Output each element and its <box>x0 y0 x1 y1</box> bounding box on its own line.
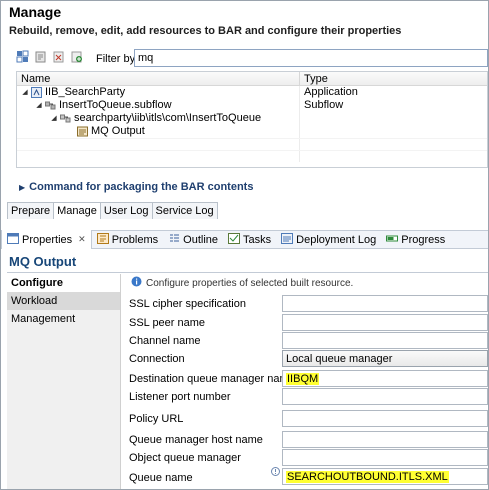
queue-name-field[interactable]: SEARCHOUTBOUND.ITLS.XML <box>282 468 488 485</box>
tab-label: Tasks <box>243 233 272 246</box>
package-icon <box>60 113 71 124</box>
destination-qm-field[interactable]: IIBQM <box>282 370 488 387</box>
command-section-toggle[interactable]: ▶ Command for packaging the BAR contents <box>19 181 253 193</box>
tasks-icon <box>228 232 241 247</box>
problems-icon <box>96 232 109 247</box>
collapse-triangle-icon[interactable]: ◢ <box>21 86 29 99</box>
queue-name-value: SEARCHOUTBOUND.ITLS.XML <box>286 471 449 483</box>
collapse-triangle-icon[interactable]: ◢ <box>50 112 58 125</box>
tree-empty-row <box>17 138 487 150</box>
nav-configure[interactable]: Configure <box>7 274 120 292</box>
tab-label: Problems <box>111 233 159 246</box>
tree-item-type: Application <box>304 86 358 98</box>
listener-port-field[interactable] <box>282 388 488 405</box>
tree-item-type <box>300 112 487 125</box>
filter-label: Filter by: <box>96 53 139 65</box>
close-icon[interactable]: ✕ <box>78 234 86 245</box>
properties-title: MQ Output <box>9 254 77 269</box>
tab-manage[interactable]: Manage <box>53 202 101 219</box>
tree-header: Name Type <box>17 72 487 86</box>
resource-tree: Name Type ◢ IIB_SearchParty Application … <box>16 71 488 168</box>
property-label: Connection <box>129 353 185 365</box>
tab-progress[interactable]: Progress <box>381 230 450 249</box>
properties-icon <box>7 232 19 247</box>
connection-select[interactable]: Local queue manager <box>282 350 488 367</box>
field-decoration-icon <box>271 467 280 476</box>
tree-empty-row <box>17 150 487 162</box>
property-label: SSL peer name <box>129 317 206 329</box>
ssl-cipher-field[interactable] <box>282 295 488 312</box>
tree-row-selected[interactable]: MQ Output <box>17 125 487 138</box>
object-qm-field[interactable] <box>282 449 488 466</box>
command-link-label: Command for packaging the BAR contents <box>29 181 254 193</box>
bar-editor-window: Manage Rebuild, remove, edit, add resour… <box>0 0 489 490</box>
info-icon <box>131 276 142 290</box>
progress-icon <box>386 233 399 247</box>
tree-item-label: MQ Output <box>91 125 145 137</box>
expand-all-icon[interactable] <box>15 49 29 63</box>
mq-output-icon <box>77 126 88 137</box>
tab-problems[interactable]: Problems <box>92 230 163 249</box>
tab-deployment-log[interactable]: Deployment Log <box>276 230 381 249</box>
filter-input[interactable]: mq <box>134 49 488 67</box>
tree-item-type <box>300 125 487 138</box>
destination-qm-value: IIBQM <box>286 373 320 385</box>
rebuild-icon[interactable] <box>33 49 47 63</box>
column-header-name[interactable]: Name <box>17 72 300 85</box>
property-label: Queue name <box>129 472 193 484</box>
ssl-peer-name-field[interactable] <box>282 314 488 331</box>
manage-title: Manage <box>9 4 62 20</box>
collapse-triangle-icon[interactable]: ◢ <box>35 99 43 112</box>
property-label: Queue manager host name <box>129 434 263 446</box>
tab-label: Progress <box>401 233 446 246</box>
tab-tasks[interactable]: Tasks <box>223 230 276 249</box>
qm-host-name-field[interactable] <box>282 431 488 448</box>
expand-triangle-icon: ▶ <box>19 182 26 192</box>
tree-row[interactable]: ◢ IIB_SearchParty Application <box>17 86 487 99</box>
policy-url-field[interactable] <box>282 410 488 427</box>
outline-icon <box>168 233 180 247</box>
channel-name-field[interactable] <box>282 332 488 349</box>
property-label: Destination queue manager name <box>129 373 295 385</box>
tab-label: Properties <box>22 233 73 246</box>
column-header-type[interactable]: Type <box>300 72 487 85</box>
tree-item-label: IIB_SearchParty <box>45 86 126 98</box>
remove-icon[interactable] <box>51 49 65 63</box>
application-icon <box>31 87 42 98</box>
tree-row[interactable]: ◢ searchparty\iib\itls\com\InsertToQueue <box>17 112 487 125</box>
subflow-icon <box>45 100 56 111</box>
property-label: Object queue manager <box>129 452 241 464</box>
tab-properties[interactable]: Properties ✕ <box>1 230 92 249</box>
editor-tabs: Prepare Manage User Log Service Log <box>7 202 218 219</box>
deployment-log-icon <box>281 232 294 247</box>
tree-row[interactable]: ◢ InsertToQueue.subflow Subflow <box>17 99 487 112</box>
title-divider <box>7 272 488 273</box>
tab-label: Outline <box>183 233 219 246</box>
property-label: SSL cipher specification <box>129 298 246 310</box>
tab-outline[interactable]: Outline <box>163 230 223 249</box>
manage-toolbar <box>15 47 83 65</box>
tab-service-log[interactable]: Service Log <box>151 202 218 219</box>
property-label: Listener port number <box>129 391 231 403</box>
view-tab-bar: Properties ✕ Problems Outline Tasks Depl… <box>1 230 488 249</box>
info-message: Configure properties of selected built r… <box>131 276 353 290</box>
nav-workload-management[interactable]: Workload Management <box>7 292 120 325</box>
property-label: Policy URL <box>129 413 184 425</box>
property-label: Channel name <box>129 335 201 347</box>
add-resource-icon[interactable] <box>69 49 83 63</box>
tree-item-label: InsertToQueue.subflow <box>59 99 172 111</box>
tab-prepare[interactable]: Prepare <box>7 202 55 219</box>
manage-subtitle: Rebuild, remove, edit, add resources to … <box>9 25 402 37</box>
info-text: Configure properties of selected built r… <box>146 277 354 289</box>
tab-user-log[interactable]: User Log <box>99 202 153 219</box>
tree-item-label: searchparty\iib\itls\com\InsertToQueue <box>74 112 262 124</box>
tab-label: Deployment Log <box>296 233 377 246</box>
properties-nav: Configure Workload Management <box>7 274 121 489</box>
tree-item-type: Subflow <box>304 99 344 111</box>
